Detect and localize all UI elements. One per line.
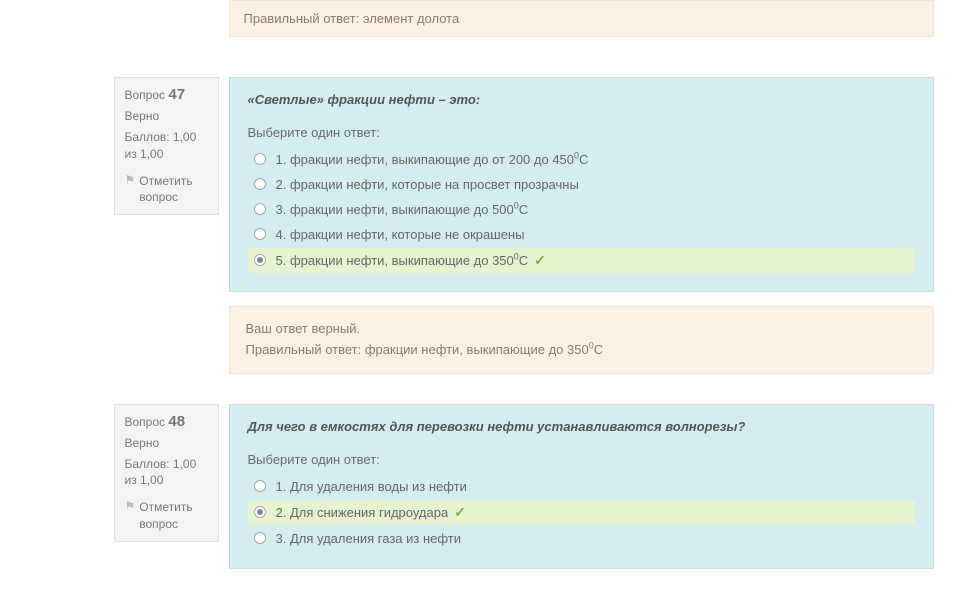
question-status: Верно [125,109,208,123]
answer-option[interactable]: 3. Для удаления газа из нефти [248,527,915,550]
question-number: Вопрос 47 [125,86,208,103]
question-status: Верно [125,436,208,450]
question-feedback: Ваш ответ верный. Правильный ответ: фрак… [229,306,934,374]
answer-text: 3. фракции нефти, выкипающие до 5000С [276,202,909,217]
question-48: Вопрос 48 Верно Баллов: 1,00 из 1,00 ⚑ О… [114,404,934,569]
answer-list: 1. фракции нефти, выкипающие до от 200 д… [248,148,915,273]
question-score: Баллов: 1,00 из 1,00 [125,129,208,163]
answer-option[interactable]: 4. фракции нефти, которые не окрашены [248,223,915,246]
question-info: Вопрос 47 Верно Баллов: 1,00 из 1,00 ⚑ О… [114,77,219,215]
radio-button[interactable] [254,228,266,240]
answer-option[interactable]: 1. фракции нефти, выкипающие до от 200 д… [248,148,915,171]
answer-option[interactable]: 3. фракции нефти, выкипающие до 5000С [248,198,915,221]
flag-link[interactable]: ⚑ Отметить вопрос [125,173,208,207]
answer-list: 1. Для удаления воды из нефти 2. Для сниж… [248,475,915,550]
prev-feedback: Правильный ответ: элемент долота [229,0,934,37]
answer-text: 1. Для удаления воды из нефти [276,479,909,494]
answer-prompt: Выберите один ответ: [248,452,915,467]
radio-button[interactable] [254,506,266,518]
answer-text: 3. Для удаления газа из нефти [276,531,909,546]
question-info: Вопрос 48 Верно Баллов: 1,00 из 1,00 ⚑ О… [114,404,219,542]
question-score: Баллов: 1,00 из 1,00 [125,456,208,490]
correct-answer-text: элемент долота [363,11,459,26]
question-number: Вопрос 48 [125,413,208,430]
answer-option[interactable]: 2. Для снижения гидроудара ✓ [248,500,915,525]
answer-option[interactable]: 5. фракции нефти, выкипающие до 3500С ✓ [248,248,915,273]
feedback-line2: Правильный ответ: фракции нефти, выкипаю… [246,340,917,361]
question-body: «Светлые» фракции нефти – это: Выберите … [229,77,934,292]
radio-button[interactable] [254,203,266,215]
feedback-line1: Ваш ответ верный. [246,319,917,340]
radio-button[interactable] [254,532,266,544]
correct-answer-label: Правильный ответ: [244,11,363,26]
question-text: «Светлые» фракции нефти – это: [248,92,915,107]
flag-icon: ⚑ [125,499,136,513]
flag-link[interactable]: ⚑ Отметить вопрос [125,499,208,533]
radio-button[interactable] [254,178,266,190]
radio-button[interactable] [254,153,266,165]
question-content: Для чего в емкостях для перевозки нефти … [229,404,934,569]
question-47: Вопрос 47 Верно Баллов: 1,00 из 1,00 ⚑ О… [114,77,934,374]
flag-icon: ⚑ [125,173,136,187]
question-text: Для чего в емкостях для перевозки нефти … [248,419,915,434]
answer-text: 2. фракции нефти, которые на просвет про… [276,177,909,192]
answer-prompt: Выберите один ответ: [248,125,915,140]
answer-option[interactable]: 2. фракции нефти, которые на просвет про… [248,173,915,196]
check-icon: ✓ [530,252,546,268]
answer-option[interactable]: 1. Для удаления воды из нефти [248,475,915,498]
radio-button[interactable] [254,480,266,492]
answer-text: 1. фракции нефти, выкипающие до от 200 д… [276,152,909,167]
question-content: «Светлые» фракции нефти – это: Выберите … [229,77,934,374]
question-body: Для чего в емкостях для перевозки нефти … [229,404,934,569]
answer-text: 2. Для снижения гидроудара ✓ [276,504,909,521]
check-icon: ✓ [450,504,466,520]
answer-text: 4. фракции нефти, которые не окрашены [276,227,909,242]
answer-text: 5. фракции нефти, выкипающие до 3500С ✓ [276,252,909,269]
radio-button[interactable] [254,254,266,266]
